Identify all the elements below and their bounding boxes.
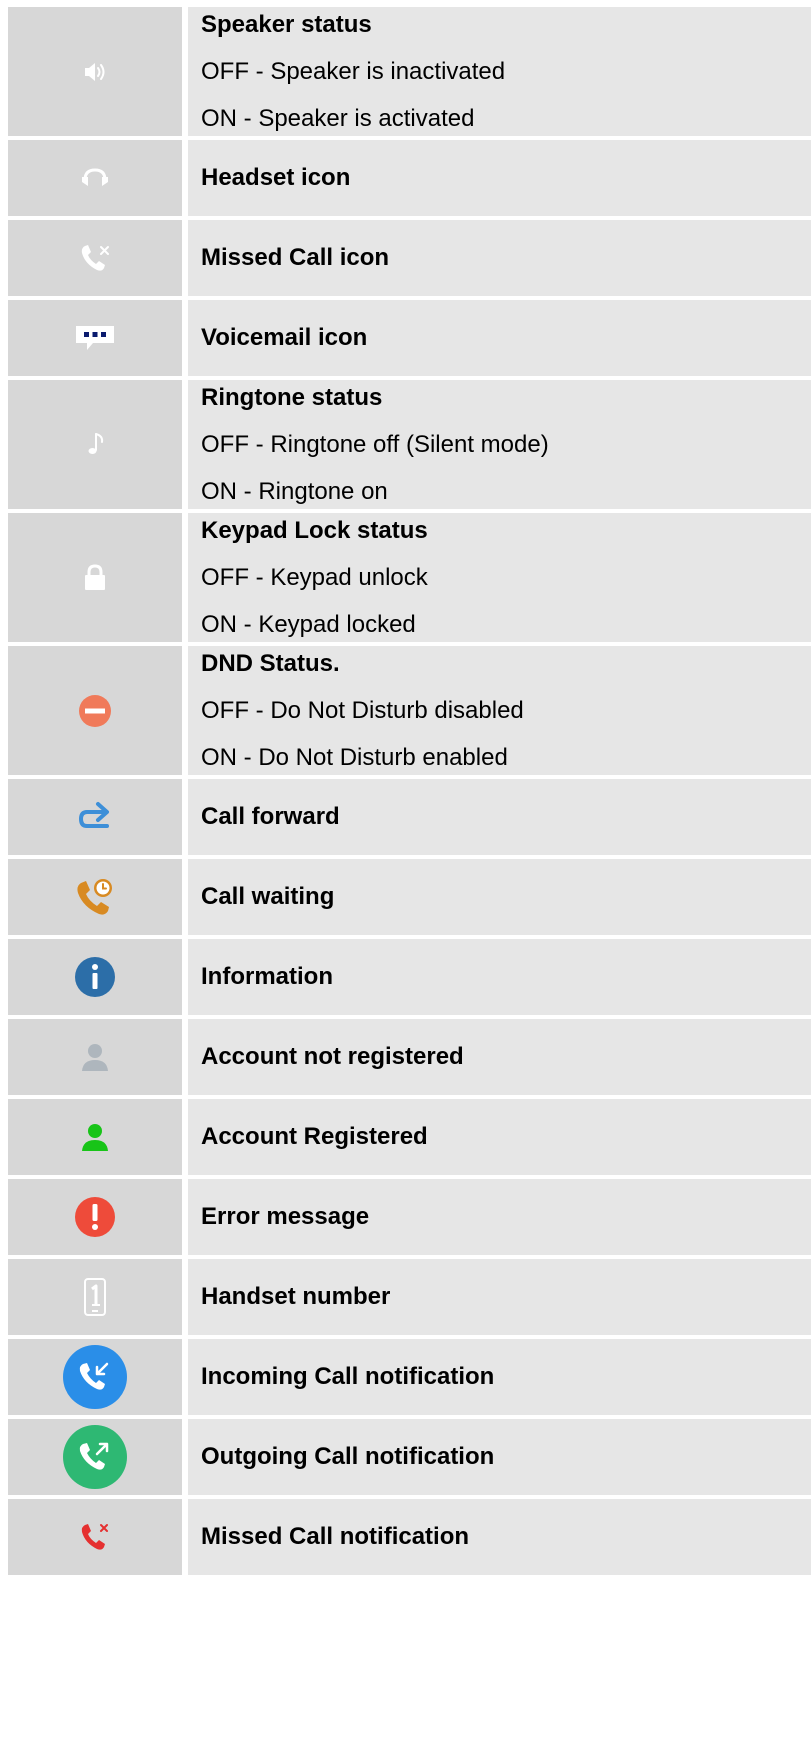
row-title: Incoming Call notification xyxy=(201,1363,495,1390)
icon-cell xyxy=(8,1419,182,1495)
voicemail-icon xyxy=(76,326,114,350)
table-row: Missed Call notification xyxy=(8,1499,811,1575)
description-cell: Handset number xyxy=(188,1259,811,1335)
description-cell: Speaker status OFF - Speaker is inactiva… xyxy=(188,7,811,136)
icon-cell xyxy=(8,220,182,296)
row-detail-line: ON - Do Not Disturb enabled xyxy=(201,744,508,771)
missed-call-notification-icon xyxy=(81,1524,108,1550)
row-title: Headset icon xyxy=(201,164,351,191)
row-detail-line: OFF - Keypad unlock xyxy=(201,564,428,591)
music-note-icon xyxy=(88,432,104,454)
dnd-icon xyxy=(79,694,111,727)
table-row: Voicemail icon xyxy=(8,300,811,376)
table-row: Error message xyxy=(8,1179,811,1255)
row-title: Information xyxy=(201,963,333,990)
description-cell: Account Registered xyxy=(188,1099,811,1175)
description-cell: Incoming Call notification xyxy=(188,1339,811,1415)
table-row: Call forward xyxy=(8,779,811,855)
description-cell: Outgoing Call notification xyxy=(188,1419,811,1495)
icon-cell xyxy=(8,513,182,642)
row-title: Handset number xyxy=(201,1283,391,1310)
icon-cell xyxy=(8,1259,182,1335)
row-title: Speaker status xyxy=(201,11,372,38)
icon-cell xyxy=(8,1099,182,1175)
icon-cell xyxy=(8,939,182,1015)
row-title: DND Status. xyxy=(201,650,340,677)
description-cell: Information xyxy=(188,939,811,1015)
row-title: Keypad Lock status xyxy=(201,517,428,544)
icon-cell xyxy=(8,779,182,855)
table-row: Account not registered xyxy=(8,1019,811,1095)
account-not-registered-icon xyxy=(82,1044,108,1071)
description-cell: DND Status. OFF - Do Not Disturb disable… xyxy=(188,646,811,775)
icon-cell xyxy=(8,1019,182,1095)
table-row: Headset icon xyxy=(8,140,811,216)
error-icon xyxy=(75,1197,115,1237)
icon-cell xyxy=(8,300,182,376)
information-icon xyxy=(75,957,115,997)
icon-cell xyxy=(8,859,182,935)
row-detail-line: ON - Speaker is activated xyxy=(201,105,475,132)
lock-icon xyxy=(85,563,105,590)
description-cell: Keypad Lock status OFF - Keypad unlock O… xyxy=(188,513,811,642)
account-registered-icon xyxy=(82,1124,108,1151)
table-row: Account Registered xyxy=(8,1099,811,1175)
table-row: Keypad Lock status OFF - Keypad unlock O… xyxy=(8,513,811,642)
table-row: Incoming Call notification xyxy=(8,1339,811,1415)
row-title: Account Registered xyxy=(201,1123,428,1150)
table-row: DND Status. OFF - Do Not Disturb disable… xyxy=(8,646,811,775)
incoming-call-icon xyxy=(63,1345,127,1409)
icon-cell xyxy=(8,1179,182,1255)
icon-cell xyxy=(8,1499,182,1575)
handset-number-icon xyxy=(84,1278,106,1316)
table-row: Missed Call icon xyxy=(8,220,811,296)
row-title: Outgoing Call notification xyxy=(201,1443,495,1470)
row-detail-line: OFF - Speaker is inactivated xyxy=(201,58,506,85)
row-title: Voicemail icon xyxy=(201,324,368,351)
description-cell: Error message xyxy=(188,1179,811,1255)
call-waiting-icon xyxy=(77,879,112,915)
description-cell: Missed Call notification xyxy=(188,1499,811,1575)
outgoing-call-icon xyxy=(63,1425,127,1489)
speaker-icon xyxy=(85,62,105,81)
table-row: Call waiting xyxy=(8,859,811,935)
table-row: Information xyxy=(8,939,811,1015)
description-cell: Call forward xyxy=(188,779,811,855)
row-title: Error message xyxy=(201,1203,370,1230)
row-title: Missed Call icon xyxy=(201,244,390,271)
table-row: Outgoing Call notification xyxy=(8,1419,811,1495)
call-forward-icon xyxy=(78,802,109,828)
icon-cell xyxy=(8,7,182,136)
row-detail-line: OFF - Do Not Disturb disabled xyxy=(201,697,524,724)
headset-icon xyxy=(82,168,108,186)
icon-cell xyxy=(8,1339,182,1415)
icon-table: Speaker status OFF - Speaker is inactiva… xyxy=(8,7,811,1575)
row-title: Missed Call notification xyxy=(201,1523,470,1550)
description-cell: Headset icon xyxy=(188,140,811,216)
description-cell: Account not registered xyxy=(188,1019,811,1095)
icon-cell xyxy=(8,646,182,775)
description-cell: Call waiting xyxy=(188,859,811,935)
icon-cell xyxy=(8,140,182,216)
description-cell: Voicemail icon xyxy=(188,300,811,376)
table-row: Speaker status OFF - Speaker is inactiva… xyxy=(8,7,811,136)
description-cell: Ringtone status OFF - Ringtone off (Sile… xyxy=(188,380,811,509)
description-cell: Missed Call icon xyxy=(188,220,811,296)
row-title: Call forward xyxy=(201,803,340,830)
row-title: Account not registered xyxy=(201,1043,464,1070)
row-title: Ringtone status xyxy=(201,384,383,411)
icon-cell xyxy=(8,380,182,509)
row-detail-line: OFF - Ringtone off (Silent mode) xyxy=(201,431,549,458)
table-row: Handset number xyxy=(8,1259,811,1335)
table-row: Ringtone status OFF - Ringtone off (Sile… xyxy=(8,380,811,509)
row-title: Call waiting xyxy=(201,883,335,910)
missed-call-icon xyxy=(81,245,109,271)
